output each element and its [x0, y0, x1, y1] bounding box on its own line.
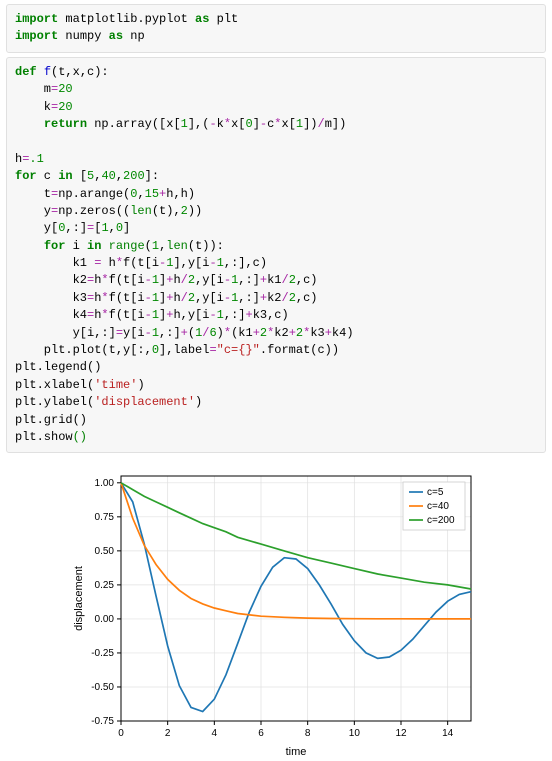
code-block-imports: import matplotlib.pyplot as plt import n…	[6, 4, 546, 53]
x-axis-label: time	[286, 746, 307, 758]
x-tick-label: 14	[442, 728, 454, 739]
legend-label: c=40	[427, 501, 449, 512]
x-tick-label: 0	[118, 728, 124, 739]
x-tick-label: 4	[212, 728, 218, 739]
legend-label: c=5	[427, 487, 444, 498]
y-axis-label: displacement	[73, 566, 85, 631]
line-chart: 0 2 4 6 8 10 12 14 -0.75 -0.50 -0.25 0.00 0.25 0.50 0.…	[66, 461, 486, 761]
x-tick-label: 6	[258, 728, 264, 739]
code-block-main: def f(t,x,c): m=20 k=20 return np.array(…	[6, 57, 546, 454]
y-tick-label: 0.50	[95, 546, 115, 557]
y-tick-label: 1.00	[95, 478, 115, 489]
y-tick-label: 0.75	[95, 512, 115, 523]
x-tick-label: 10	[349, 728, 361, 739]
y-tick-label: -0.25	[91, 648, 114, 659]
y-tick-label: 0.00	[95, 614, 115, 625]
x-tick-label: 2	[165, 728, 171, 739]
legend-label: c=200	[427, 515, 455, 526]
y-tick-label: 0.25	[95, 580, 115, 591]
x-tick-label: 8	[305, 728, 311, 739]
y-tick-label: -0.75	[91, 716, 114, 727]
chart-container: 0 2 4 6 8 10 12 14 -0.75 -0.50 -0.25 0.00 0.25 0.50 0.…	[0, 461, 552, 761]
x-tick-label: 12	[395, 728, 407, 739]
y-tick-label: -0.50	[91, 682, 114, 693]
